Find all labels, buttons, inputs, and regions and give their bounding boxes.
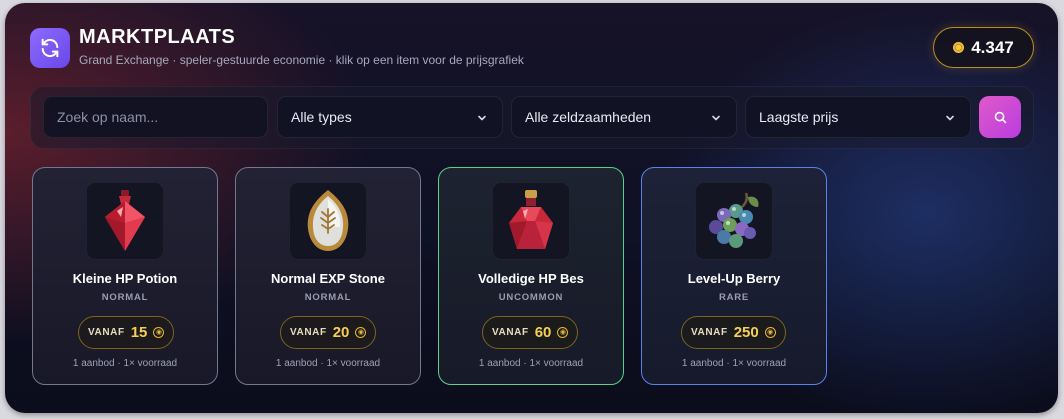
price-label: VANAF — [88, 327, 125, 338]
rarity-select-label: Alle zeldzaamheden — [525, 109, 652, 125]
item-rarity: NORMAL — [304, 292, 352, 303]
marketplace-panel: MARKTPLAATS Grand Exchange · speler-gest… — [5, 3, 1058, 413]
berry-icon — [695, 182, 773, 260]
price-badge: VANAF 20 ◉ — [280, 316, 377, 349]
item-rarity: UNCOMMON — [498, 292, 564, 303]
coin-balance-value: 4.347 — [971, 37, 1014, 57]
sort-select-label: Laagste prijs — [759, 109, 839, 125]
item-name: Volledige HP Bes — [478, 271, 584, 286]
price-label: VANAF — [492, 327, 529, 338]
search-input[interactable] — [57, 109, 254, 125]
item-card-level-up-berry[interactable]: Level-Up Berry RARE VANAF 250 ◉ 1 aanbod… — [641, 167, 827, 385]
coin-icon: ◉ — [764, 327, 776, 338]
item-card-normal-exp-stone[interactable]: Normal EXP Stone NORMAL VANAF 20 ◉ 1 aan… — [235, 167, 421, 385]
stock-info: 1 aanbod · 1× voorraad — [275, 358, 381, 369]
price-label: VANAF — [691, 327, 728, 338]
item-name: Kleine HP Potion — [72, 271, 178, 286]
type-select-label: Alle types — [291, 109, 352, 125]
item-name: Level-Up Berry — [687, 271, 781, 286]
chevron-down-icon — [478, 115, 486, 121]
item-rarity: NORMAL — [101, 292, 149, 303]
page-title: MARKTPLAATS — [79, 26, 236, 48]
red-potion-icon — [86, 182, 164, 260]
stock-info: 1 aanbod · 1× voorraad — [681, 358, 787, 369]
search-field[interactable] — [43, 96, 268, 138]
chevron-down-icon — [946, 115, 954, 121]
item-card-kleine-hp-potion[interactable]: Kleine HP Potion NORMAL VANAF 15 ◉ 1 aan… — [32, 167, 218, 385]
coin-icon: ◉ — [557, 327, 569, 338]
price-value: 250 — [733, 324, 759, 341]
item-name: Normal EXP Stone — [271, 271, 385, 286]
coin-icon — [953, 42, 965, 53]
exp-stone-icon — [289, 182, 367, 260]
refresh-icon — [30, 28, 70, 68]
price-badge: VANAF 250 ◉ — [681, 316, 786, 349]
coin-icon: ◉ — [153, 327, 165, 338]
coin-icon: ◉ — [355, 327, 367, 338]
item-rarity: RARE — [718, 292, 750, 303]
price-label: VANAF — [290, 327, 327, 338]
rarity-select[interactable]: Alle zeldzaamheden — [511, 96, 737, 138]
item-card-volledige-hp-bes[interactable]: Volledige HP Bes UNCOMMON VANAF 60 ◉ 1 a… — [438, 167, 624, 385]
page-subtitle: Grand Exchange · speler-gestuurde econom… — [79, 53, 524, 67]
search-button[interactable] — [979, 96, 1021, 138]
stock-info: 1 aanbod · 1× voorraad — [72, 358, 178, 369]
price-value: 15 — [130, 324, 148, 341]
stock-info: 1 aanbod · 1× voorraad — [478, 358, 584, 369]
coin-balance: 4.347 — [933, 27, 1034, 68]
sort-select[interactable]: Laagste prijs — [745, 96, 971, 138]
price-value: 20 — [332, 324, 350, 341]
price-value: 60 — [534, 324, 552, 341]
red-crystal-flask-icon — [492, 182, 570, 260]
search-icon — [994, 111, 1006, 123]
chevron-down-icon — [712, 115, 720, 121]
price-badge: VANAF 15 ◉ — [78, 316, 175, 349]
type-select[interactable]: Alle types — [277, 96, 503, 138]
price-badge: VANAF 60 ◉ — [482, 316, 579, 349]
